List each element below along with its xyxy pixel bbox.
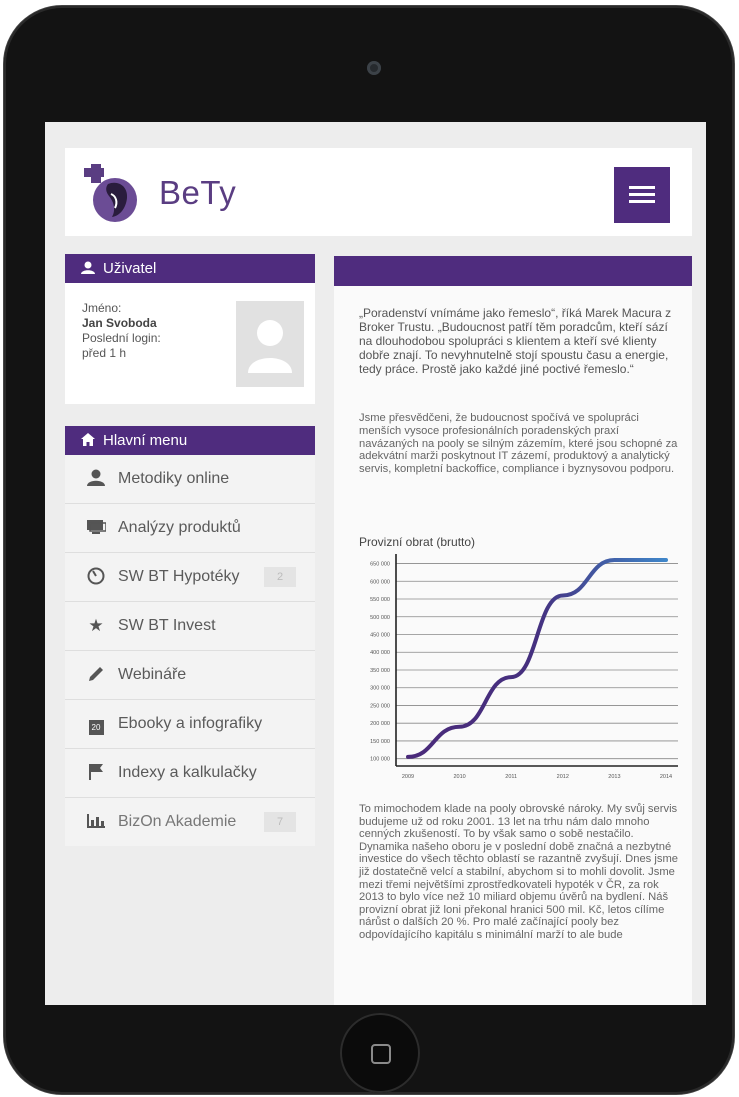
y-tick-label: 350 000 xyxy=(370,668,390,674)
user-panel: Uživatel Jméno: Jan Svoboda Poslední log… xyxy=(65,254,315,404)
x-tick-label: 2011 xyxy=(505,774,517,780)
y-tick-label: 500 000 xyxy=(370,615,390,621)
x-tick-label: 2014 xyxy=(660,774,672,780)
menu-bar xyxy=(629,193,655,196)
home-square-icon xyxy=(371,1044,391,1064)
hamburger-menu-button[interactable] xyxy=(614,167,670,223)
content-header-bar xyxy=(334,256,692,286)
screen: BeTy Uživatel Jméno: Jan Svoboda Posledn… xyxy=(45,122,706,1005)
menu-item-label: SW BT Invest xyxy=(118,617,216,634)
bar-chart-icon xyxy=(85,798,107,846)
flag-icon xyxy=(85,749,107,797)
y-tick-label: 550 000 xyxy=(370,597,390,603)
user-panel-title: Uživatel xyxy=(103,260,157,277)
avatar[interactable] xyxy=(236,301,304,387)
menu-item-label: Metodiky online xyxy=(118,470,230,487)
main-menu-title: Hlavní menu xyxy=(103,432,188,449)
menu-item-metodiky-online[interactable]: Metodiky online xyxy=(65,455,315,504)
menu-item-webinare[interactable]: Webináře xyxy=(65,651,315,700)
y-tick-label: 100 000 xyxy=(370,757,390,763)
y-tick-label: 300 000 xyxy=(370,686,390,692)
body-paragraph-continued: To mimochodem klade na pooly obrovské ná… xyxy=(359,803,678,941)
camera-icon xyxy=(367,61,381,75)
quote-paragraph: „Poradenství vnímáme jako řemeslo“, říká… xyxy=(359,306,672,376)
menu-bar xyxy=(629,200,655,203)
pencil-icon xyxy=(85,651,107,699)
x-tick-label: 2009 xyxy=(402,774,414,780)
last-login-label: Poslední login: xyxy=(82,331,161,345)
y-tick-label: 150 000 xyxy=(370,739,390,745)
menu-item-label: Ebooky a infografiky xyxy=(118,715,263,732)
main-menu: Hlavní menu Metodiky online Analýzy prod… xyxy=(65,426,315,846)
body-paragraph: Jsme přesvědčeni, že budoucnost spočívá … xyxy=(359,412,678,476)
user-icon xyxy=(81,261,95,274)
x-tick-label: 2013 xyxy=(608,774,620,780)
menu-item-indexy-a-kalkulacky[interactable]: Indexy a kalkulačky xyxy=(65,749,315,798)
y-tick-label: 650 000 xyxy=(370,562,390,568)
menu-item-label: Webináře xyxy=(118,666,187,683)
calendar-icon: 20 xyxy=(85,700,107,748)
menu-bar xyxy=(629,186,655,189)
menu-item-label: Indexy a kalkulačky xyxy=(118,764,257,781)
menu-item-bizon-akademie[interactable]: BizOn Akademie 7 xyxy=(65,798,315,846)
monitor-icon xyxy=(85,504,107,552)
menu-item-label: SW BT Hypotéky xyxy=(118,568,240,585)
avatar-placeholder-icon xyxy=(248,320,292,373)
menu-item-sw-bt-invest[interactable]: ★ SW BT Invest xyxy=(65,602,315,651)
user-icon xyxy=(85,455,107,503)
y-tick-label: 400 000 xyxy=(370,650,390,656)
home-button[interactable] xyxy=(340,1013,420,1093)
x-tick-label: 2010 xyxy=(453,774,465,780)
revenue-line-chart: 100 000 150 000 200 000 250 000 300 000 350 0… xyxy=(370,554,678,780)
user-panel-header: Uživatel xyxy=(65,254,315,283)
main-menu-header: Hlavní menu xyxy=(65,426,315,455)
app-header: BeTy xyxy=(65,148,692,236)
clock-icon xyxy=(85,553,107,601)
series-line xyxy=(406,558,668,759)
menu-item-label: Analýzy produktů xyxy=(118,519,241,536)
last-login-value: před 1 h xyxy=(82,346,127,360)
menu-item-badge: 7 xyxy=(264,812,296,832)
bety-logo-icon[interactable] xyxy=(84,164,140,224)
user-info: Jméno: Jan Svoboda Poslední login: před … xyxy=(82,301,161,361)
y-tick-label: 200 000 xyxy=(370,721,390,727)
calendar-icon-text: 20 xyxy=(88,720,104,735)
user-name: Jan Svoboda xyxy=(82,316,157,330)
content-area: „Poradenství vnímáme jako řemeslo“, říká… xyxy=(334,286,692,1005)
menu-item-analyzy-produktu[interactable]: Analýzy produktů xyxy=(65,504,315,553)
y-tick-label: 600 000 xyxy=(370,579,390,585)
menu-item-ebooky-a-infografiky[interactable]: 20 Ebooky a infografiky xyxy=(65,700,315,749)
chart-title: Provizní obrat (brutto) xyxy=(359,535,476,549)
menu-item-label: BizOn Akademie xyxy=(118,813,237,830)
menu-item-badge: 2 xyxy=(264,567,296,587)
x-tick-label: 2012 xyxy=(557,774,569,780)
star-icon: ★ xyxy=(88,616,104,635)
name-label: Jméno: xyxy=(82,301,122,315)
home-icon xyxy=(81,433,95,446)
y-tick-label: 250 000 xyxy=(370,703,390,709)
menu-item-sw-bt-hypoteky[interactable]: SW BT Hypotéky 2 xyxy=(65,553,315,602)
app-brand: BeTy xyxy=(159,174,237,211)
y-tick-label: 450 000 xyxy=(370,633,390,639)
